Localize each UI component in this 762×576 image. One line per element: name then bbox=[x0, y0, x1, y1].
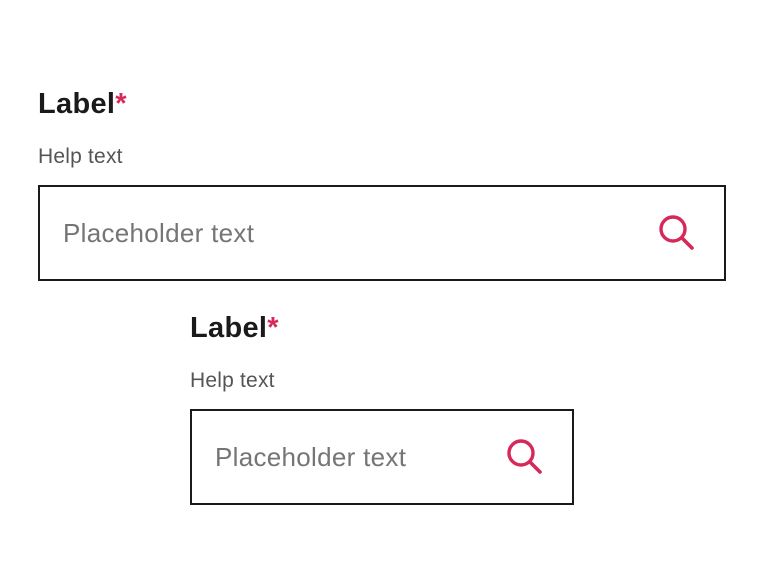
search-input[interactable] bbox=[215, 441, 504, 473]
search-field-small: Label* Help text bbox=[190, 310, 574, 505]
field-label: Label* bbox=[190, 310, 574, 346]
required-asterisk: * bbox=[267, 312, 279, 344]
help-text: Help text bbox=[38, 145, 123, 168]
search-button[interactable] bbox=[656, 212, 698, 254]
search-icon bbox=[507, 439, 542, 474]
search-button[interactable] bbox=[504, 436, 546, 478]
search-field-large: Label* Help text bbox=[38, 86, 726, 281]
field-label-text: Label bbox=[38, 88, 116, 120]
search-box bbox=[38, 185, 726, 281]
search-input[interactable] bbox=[63, 217, 656, 249]
required-asterisk: * bbox=[115, 88, 127, 120]
field-label: Label* bbox=[38, 86, 726, 122]
search-box bbox=[190, 409, 574, 505]
help-text: Help text bbox=[190, 369, 275, 392]
field-label-text: Label bbox=[190, 312, 268, 344]
search-icon bbox=[659, 215, 694, 250]
